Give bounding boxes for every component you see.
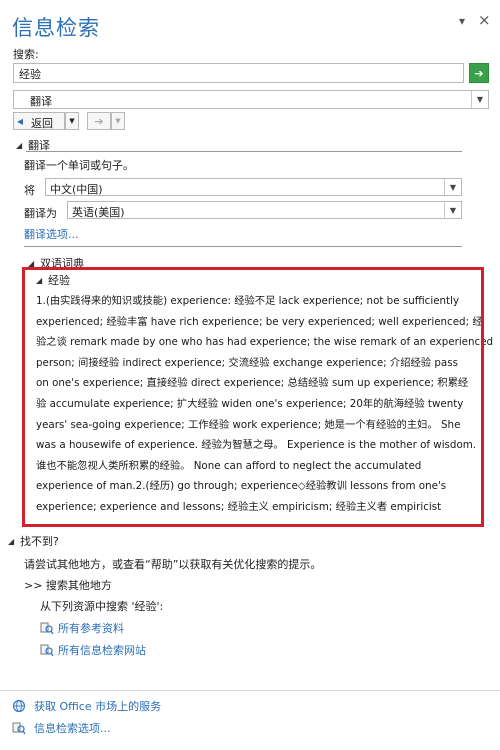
search-go-button[interactable]: ➔ [469, 63, 489, 83]
translate-description: 翻译一个单词或句子。 [24, 159, 134, 172]
translate-divider [26, 151, 462, 152]
close-icon[interactable]: × [478, 11, 491, 29]
service-select-value: 翻译 [30, 95, 52, 108]
translate-options-link[interactable]: 翻译选项... [24, 226, 79, 242]
translate-from-label: 将 [24, 184, 35, 197]
highlight-box [22, 267, 484, 527]
search-label: 搜索: [13, 48, 39, 61]
globe-icon [12, 699, 26, 713]
research-options-label: 信息检索选项... [34, 722, 111, 735]
collapse-translate-icon[interactable]: ◢ [16, 141, 22, 150]
all-reference-link[interactable]: 所有参考资料 [40, 620, 124, 636]
all-research-sites-label: 所有信息检索网站 [58, 644, 146, 657]
chevron-down-icon: ▼ [444, 202, 461, 218]
translate-to-select[interactable]: 英语(美国) ▼ [67, 201, 462, 219]
from-resources-label: 从下列资源中搜索 '经验': [40, 600, 164, 613]
back-history-dropdown[interactable]: ▼ [65, 112, 79, 130]
back-arrow-icon: ◂ [17, 114, 24, 128]
back-button[interactable]: ◂ 返回 [13, 112, 65, 130]
not-found-header[interactable]: 找不到? [20, 533, 59, 549]
search-input[interactable]: 经验 [13, 63, 464, 83]
forward-button[interactable]: ➔ [87, 112, 111, 130]
all-reference-label: 所有参考资料 [58, 622, 124, 635]
pane-options-icon[interactable]: ▾ [459, 14, 465, 28]
search-elsewhere[interactable]: >> 搜索其他地方 [24, 577, 112, 593]
back-button-label: 返回 [31, 117, 53, 130]
pane-title: 信息检索 [12, 16, 100, 40]
all-research-sites-link[interactable]: 所有信息检索网站 [40, 642, 146, 658]
not-found-hint: 请尝试其他地方，或查看“帮助”以获取有关优化搜索的提示。 [24, 558, 322, 571]
book-search-icon [40, 644, 54, 657]
forward-history-dropdown[interactable]: ▼ [111, 112, 125, 130]
book-search-icon [40, 622, 54, 635]
chevron-down-icon: ▼ [471, 91, 488, 108]
translate-end-divider [24, 246, 462, 247]
search-input-value: 经验 [19, 68, 41, 81]
chevron-down-icon: ▼ [444, 179, 461, 195]
translate-to-value: 英语(美国) [72, 206, 125, 219]
translate-to-label: 翻译为 [24, 207, 57, 220]
book-search-icon [12, 722, 26, 735]
arrow-right-icon: ➔ [474, 66, 484, 80]
research-options-link[interactable]: 信息检索选项... [12, 720, 111, 736]
translate-from-select[interactable]: 中文(中国) ▼ [45, 178, 462, 196]
office-market-label: 获取 Office 市场上的服务 [34, 700, 162, 713]
translate-from-value: 中文(中国) [50, 183, 103, 196]
forward-arrow-icon: ➔ [94, 114, 104, 128]
footer-divider [0, 690, 500, 691]
office-market-link[interactable]: 获取 Office 市场上的服务 [12, 698, 161, 714]
service-select[interactable]: 翻译 ▼ [13, 90, 489, 109]
collapse-notfound-icon[interactable]: ◢ [8, 537, 14, 546]
